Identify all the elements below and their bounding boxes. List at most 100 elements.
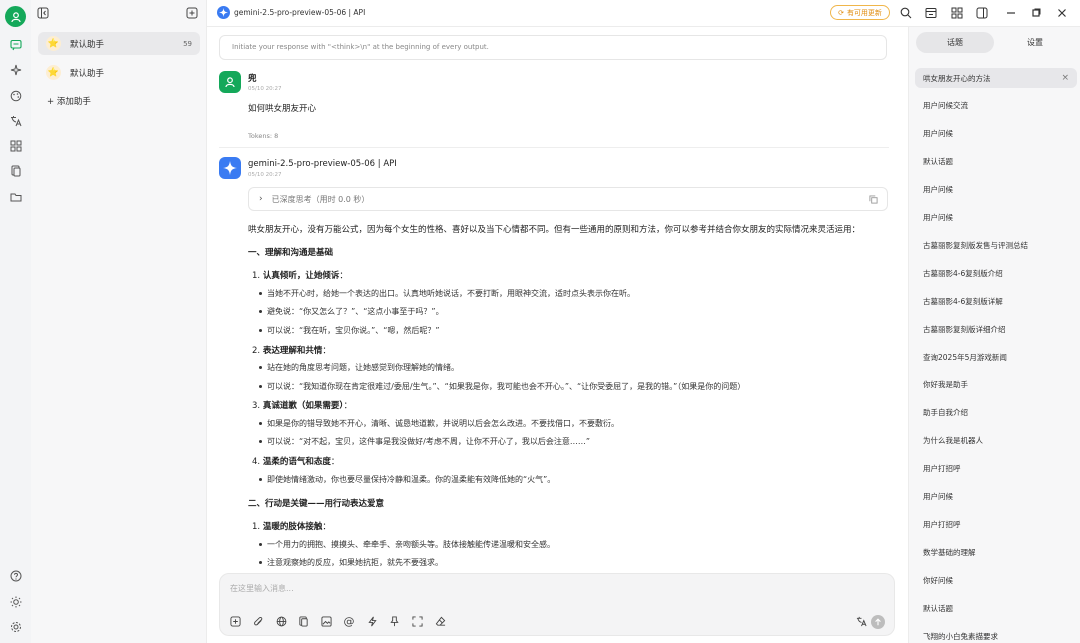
assistant-panel: ⭐ 默认助手 59 ⭐ 默认助手 + 添加助手	[31, 0, 207, 643]
bullet-item: 注意观察她的反应，如果她抗拒，就先不要强求。	[259, 558, 443, 567]
model-selector[interactable]: gemini-2.5-pro-preview-05-06 | API	[217, 6, 365, 19]
message-input[interactable]: 在这里输入消息...	[230, 583, 294, 594]
chat-area: Initiate your response with "<think>\n" …	[207, 27, 908, 643]
folder-icon[interactable]	[8, 189, 23, 204]
tab-settings[interactable]: 设置	[996, 32, 1074, 53]
token-count: Tokens: 8	[248, 132, 279, 140]
fullscreen-icon[interactable]	[411, 615, 423, 627]
star-emoji-icon: ⭐	[46, 65, 61, 80]
update-available-button[interactable]: ⟳ 有可用更新	[830, 5, 890, 20]
topic-item[interactable]: 古墓丽影复刻版发售与评测总结	[915, 235, 1077, 255]
toggle-right-panel-icon[interactable]	[976, 7, 988, 19]
chat-icon[interactable]	[8, 37, 23, 52]
assistant-item[interactable]: ⭐ 默认助手 59	[38, 32, 200, 55]
gemini-avatar-icon	[219, 157, 241, 179]
item-number: 4.	[252, 457, 261, 467]
lightning-icon[interactable]	[366, 615, 378, 627]
topic-item[interactable]: 哄女朋友开心的方法 ×	[915, 68, 1077, 88]
translate-icon[interactable]	[8, 113, 23, 128]
topic-label: 用户问候	[923, 185, 953, 195]
theme-sun-icon[interactable]	[8, 594, 23, 609]
topic-item[interactable]: 用户打招呼	[915, 459, 1077, 479]
update-label: 有可用更新	[846, 8, 882, 17]
item-title: 认真倾听，让她倾诉	[262, 271, 340, 281]
topic-label: 古墓丽影4-6复刻版详解	[923, 296, 1003, 306]
mention-icon[interactable]: @	[343, 615, 355, 628]
topic-label: 用户打招呼	[923, 519, 961, 529]
new-topic-icon[interactable]	[229, 615, 241, 627]
topic-item[interactable]: 飞翔的小白兔素描要求	[915, 626, 1077, 643]
topic-item[interactable]: 你好问候	[915, 570, 1077, 590]
new-topic-icon[interactable]	[186, 7, 198, 19]
user-avatar[interactable]	[5, 6, 26, 27]
topic-item[interactable]: 用户打招呼	[915, 514, 1077, 534]
topic-label: 用户问候	[923, 129, 953, 139]
topic-label: 为什么我是机器人	[923, 436, 983, 446]
topic-item[interactable]: 数学基础的理解	[915, 542, 1077, 562]
model-title: gemini-2.5-pro-preview-05-06 | API	[234, 8, 366, 17]
user-message-avatar	[219, 71, 241, 93]
item-title: 真诚道歉（如果需要）	[262, 401, 344, 411]
assistant-item[interactable]: ⭐ 默认助手	[38, 61, 200, 84]
close-topic-icon[interactable]: ×	[1061, 73, 1069, 83]
topic-label: 你好问候	[923, 575, 953, 585]
apps-icon[interactable]	[8, 138, 23, 153]
system-prompt[interactable]: Initiate your response with "<think>\n" …	[219, 35, 887, 60]
topic-item[interactable]: 你好我是助手	[915, 375, 1077, 395]
topic-label: 古墓丽影复刻版发售与评测总结	[923, 240, 1028, 250]
help-icon[interactable]	[8, 568, 23, 583]
topic-item[interactable]: 古墓丽影4-6复刻版详解	[915, 291, 1077, 311]
topic-item[interactable]: 古墓丽影复刻版详细介绍	[915, 319, 1077, 339]
attachment-icon[interactable]	[252, 615, 264, 627]
close-icon[interactable]	[1056, 7, 1068, 19]
send-button[interactable]	[871, 615, 885, 629]
topic-item[interactable]: 助手自我介绍	[915, 403, 1077, 423]
thinking-collapse[interactable]: › 已深度思考（用时 0.0 秒）	[248, 187, 888, 211]
collapse-sidebar-icon[interactable]	[37, 7, 49, 19]
minimize-icon[interactable]	[1005, 7, 1017, 19]
topic-item[interactable]: 用户问候	[915, 208, 1077, 228]
tab-topics[interactable]: 话题	[916, 32, 994, 53]
bullet-item: 如果是你的错导致她不开心，清晰、诚恳地道歉，并说明以后会怎么改进。不要找借口，不…	[259, 419, 619, 428]
eraser-icon[interactable]	[434, 615, 446, 627]
numbered-item: 1. 认真倾听，让她倾诉：	[252, 269, 348, 281]
topic-item[interactable]: 查询2025年5月游戏新闻	[915, 347, 1077, 367]
files-icon[interactable]	[8, 163, 23, 178]
grid-icon[interactable]	[951, 7, 963, 19]
add-assistant-button[interactable]: + 添加助手	[47, 95, 91, 107]
topic-item[interactable]: 用户问候	[915, 487, 1077, 507]
translate-input-icon[interactable]	[855, 615, 867, 627]
search-icon[interactable]	[900, 7, 912, 19]
topic-item[interactable]: 用户问候交流	[915, 96, 1077, 116]
sparkle-icon[interactable]	[8, 62, 23, 77]
palette-icon[interactable]	[8, 88, 23, 103]
topic-label: 用户问候交流	[923, 101, 968, 111]
topic-label: 用户问候	[923, 492, 953, 501]
topic-item[interactable]: 默认话题	[915, 598, 1077, 618]
image-icon[interactable]	[320, 615, 332, 627]
topic-item[interactable]: 古墓丽影4-6复刻版介绍	[915, 263, 1077, 283]
bullet-item: 一个用力的拥抱、摸摸头、牵牵手、亲吻额头等。肢体接触能传递温暖和安全感。	[259, 540, 555, 549]
section-heading: 二、行动是关键——用行动表达爱意	[248, 499, 385, 509]
item-number: 3.	[252, 401, 261, 411]
item-number: 1.	[252, 271, 261, 281]
restore-icon[interactable]	[1030, 7, 1042, 19]
topic-item[interactable]: 默认话题	[915, 152, 1077, 172]
settings-gear-icon[interactable]	[8, 619, 23, 634]
gemini-logo-icon	[217, 6, 230, 19]
topic-item[interactable]: 用户问候	[915, 180, 1077, 200]
copy-icon[interactable]	[869, 195, 878, 204]
message-divider	[219, 147, 889, 148]
thinking-label: 已深度思考（用时 0.0 秒）	[271, 194, 370, 204]
item-suffix: ：	[322, 522, 331, 532]
message-input-box[interactable]: 在这里输入消息... @	[219, 573, 895, 636]
layout-icon[interactable]	[925, 7, 937, 19]
topic-item[interactable]: 为什么我是机器人	[915, 431, 1077, 451]
knowledge-icon[interactable]	[297, 615, 309, 627]
pin-icon[interactable]	[388, 615, 400, 627]
web-search-icon[interactable]	[275, 615, 287, 627]
topic-item[interactable]: 用户问候	[915, 124, 1077, 144]
bullet-item: 可以说：“我在听，宝贝你说。”、“嗯，然后呢？”	[259, 326, 440, 335]
user-message-time: 05/10 20:27	[248, 86, 282, 92]
assistant-message-time: 05/10 20:27	[248, 172, 282, 178]
